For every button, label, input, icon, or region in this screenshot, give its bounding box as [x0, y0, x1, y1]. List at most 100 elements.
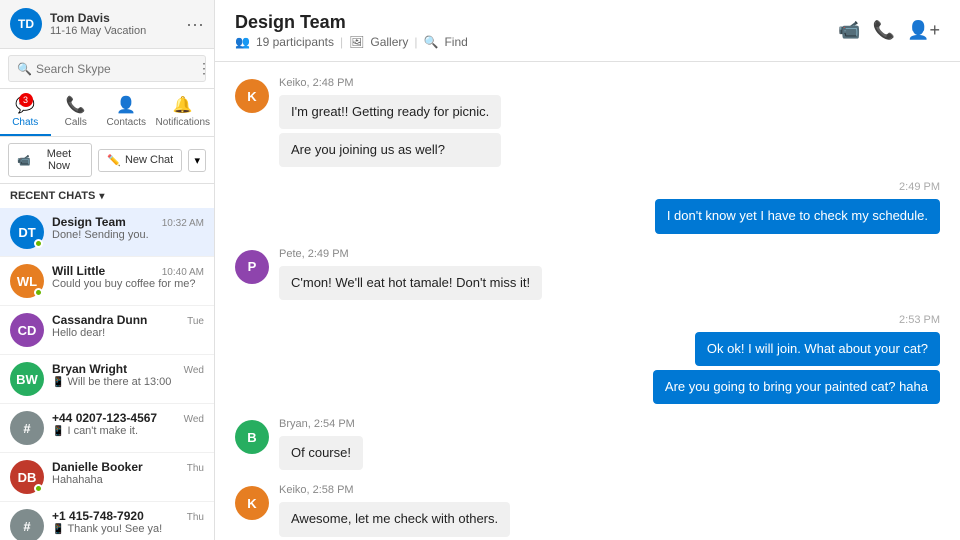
- new-chat-dropdown[interactable]: ▾: [188, 149, 206, 172]
- message-avatar: K: [235, 486, 269, 520]
- tab-calls[interactable]: 📞 Calls: [51, 89, 102, 136]
- phone-icon: 📱: [52, 426, 64, 437]
- chat-content: Danielle Booker Thu Hahahaha: [52, 460, 204, 486]
- preview-text: Done! Sending you.: [52, 229, 149, 241]
- chat-preview: 📱 Thank you! See ya!: [52, 523, 204, 535]
- message-bubble: Are you going to bring your painted cat?…: [653, 370, 940, 404]
- phone-icon: 📱: [52, 524, 64, 535]
- chat-name: +1 415-748-7920: [52, 509, 144, 523]
- find-icon: 🔍: [424, 35, 439, 49]
- chat-header: Design Team 👥 19 participants | 🖼 Galler…: [215, 0, 960, 62]
- chevron-down-icon: ▾: [99, 191, 104, 202]
- preview-text: Will be there at 13:00: [67, 376, 171, 388]
- more-button[interactable]: ···: [186, 14, 204, 35]
- message-body: 2:53 PM Ok ok! I will join. What about yo…: [653, 314, 940, 404]
- chat-title: Design Team: [235, 12, 468, 33]
- chat-time: 10:32 AM: [162, 218, 204, 229]
- tab-contacts[interactable]: 👤 Contacts: [101, 89, 152, 136]
- participants-icon: 👥: [235, 35, 250, 49]
- message-bubble: Ok ok! I will join. What about your cat?: [695, 332, 940, 366]
- chat-avatar: BW: [10, 362, 44, 396]
- new-chat-button[interactable]: ✏️ New Chat: [98, 149, 182, 172]
- chat-avatar: #: [10, 509, 44, 540]
- profile-info: Tom Davis 11-16 May Vacation: [50, 11, 186, 37]
- video-call-button[interactable]: 📹: [838, 20, 860, 41]
- chat-top: Bryan Wright Wed: [52, 362, 204, 376]
- chat-meta: 👥 19 participants | 🖼 Gallery | 🔍 Find: [235, 35, 468, 49]
- chat-item[interactable]: WL Will Little 10:40 AM Could you buy co…: [0, 257, 214, 306]
- audio-call-button[interactable]: 📞: [873, 20, 895, 41]
- message-bubble: Awesome, let me check with others.: [279, 502, 510, 536]
- message-avatar: P: [235, 250, 269, 284]
- message-time: 2:49 PM: [899, 181, 940, 193]
- meet-label: Meet Now: [35, 148, 84, 172]
- message-bubble: C'mon! We'll eat hot tamale! Don't miss …: [279, 266, 542, 300]
- preview-text: Thank you! See ya!: [67, 523, 162, 535]
- message-body: Bryan, 2:54 PM Of course!: [279, 418, 363, 470]
- chat-time: Thu: [187, 512, 204, 523]
- chat-preview: Could you buy coffee for me?: [52, 278, 204, 290]
- chat-item[interactable]: DB Danielle Booker Thu Hahahaha: [0, 453, 214, 502]
- chat-item[interactable]: BW Bryan Wright Wed 📱 Will be there at 1…: [0, 355, 214, 404]
- chat-content: +44 0207-123-4567 Wed 📱 I can't make it.: [52, 411, 204, 437]
- message-group: 2:53 PM Ok ok! I will join. What about yo…: [235, 314, 940, 404]
- chat-item[interactable]: DT Design Team 10:32 AM Done! Sending yo…: [0, 208, 214, 257]
- chat-time: 10:40 AM: [162, 267, 204, 278]
- chat-time: Thu: [187, 463, 204, 474]
- add-participant-button[interactable]: 👤+: [907, 20, 940, 41]
- chat-top: +1 415-748-7920 Thu: [52, 509, 204, 523]
- chat-name: Danielle Booker: [52, 460, 143, 474]
- chat-time: Wed: [184, 365, 204, 376]
- gallery-label[interactable]: Gallery: [370, 35, 408, 49]
- sidebar: TD Tom Davis 11-16 May Vacation ··· 🔍 ⋮⋮…: [0, 0, 215, 540]
- tab-calls-label: Calls: [65, 117, 87, 128]
- tab-chats[interactable]: 💬 Chats 3: [0, 89, 51, 136]
- main-area: Design Team 👥 19 participants | 🖼 Galler…: [215, 0, 960, 540]
- chat-time: Tue: [187, 316, 204, 327]
- chat-avatar: #: [10, 411, 44, 445]
- chat-content: +1 415-748-7920 Thu 📱 Thank you! See ya!: [52, 509, 204, 535]
- messages-area: K Keiko, 2:48 PM I'm great!! Getting ready…: [215, 62, 960, 540]
- preview-text: Hahahaha: [52, 474, 103, 486]
- message-sender: Pete, 2:49 PM: [279, 248, 542, 260]
- meet-icon: 📹: [17, 154, 31, 167]
- contacts-icon: 👤: [116, 95, 136, 115]
- message-avatar: B: [235, 420, 269, 454]
- chat-item[interactable]: # +1 415-748-7920 Thu 📱 Thank you! See y…: [0, 502, 214, 540]
- chat-list: DT Design Team 10:32 AM Done! Sending yo…: [0, 208, 214, 540]
- chat-top: +44 0207-123-4567 Wed: [52, 411, 204, 425]
- search-wrap: 🔍 ⋮⋮: [8, 55, 206, 82]
- message-group: K Keiko, 2:58 PMAwesome, let me check wit…: [235, 484, 940, 540]
- tab-notifications[interactable]: 🔔 Notifications: [152, 89, 214, 136]
- message-sender: Keiko, 2:48 PM: [279, 77, 501, 89]
- preview-text: Could you buy coffee for me?: [52, 278, 196, 290]
- gallery-icon: 🖼: [349, 35, 364, 49]
- chat-avatar: CD: [10, 313, 44, 347]
- message-sender: Bryan, 2:54 PM: [279, 418, 363, 430]
- search-input[interactable]: [36, 62, 191, 76]
- meta-sep-2: |: [414, 35, 417, 49]
- meet-now-button[interactable]: 📹 Meet Now: [8, 143, 92, 177]
- message-body: Keiko, 2:58 PMAwesome, let me check with…: [279, 484, 510, 540]
- message-time: 2:53 PM: [899, 314, 940, 326]
- message-bubble: I'm great!! Getting ready for picnic.: [279, 95, 501, 129]
- chat-name: Cassandra Dunn: [52, 313, 147, 327]
- message-bubble: Of course!: [279, 436, 363, 470]
- chat-content: Will Little 10:40 AM Could you buy coffe…: [52, 264, 204, 290]
- chat-top: Cassandra Dunn Tue: [52, 313, 204, 327]
- message-group: B Bryan, 2:54 PM Of course!: [235, 418, 940, 470]
- chat-item[interactable]: # +44 0207-123-4567 Wed 📱 I can't make i…: [0, 404, 214, 453]
- recent-chats-header[interactable]: RECENT CHATS ▾: [0, 184, 214, 208]
- chats-badge: 3: [19, 93, 33, 107]
- chat-content: Bryan Wright Wed 📱 Will be there at 13:0…: [52, 362, 204, 388]
- message-body: 2:49 PMI don't know yet I have to check …: [655, 181, 940, 233]
- chat-item[interactable]: CD Cassandra Dunn Tue Hello dear!: [0, 306, 214, 355]
- new-chat-icon: ✏️: [107, 154, 121, 167]
- phone-icon: 📱: [52, 377, 64, 388]
- chat-preview: 📱 I can't make it.: [52, 425, 204, 437]
- find-label[interactable]: Find: [444, 35, 467, 49]
- online-indicator: [34, 239, 43, 248]
- message-group: KKeiko, 2:48 PMI'm great!! Getting ready…: [235, 77, 940, 167]
- notifications-icon: 🔔: [173, 95, 193, 115]
- chat-header-right: 📹 📞 👤+: [838, 20, 940, 41]
